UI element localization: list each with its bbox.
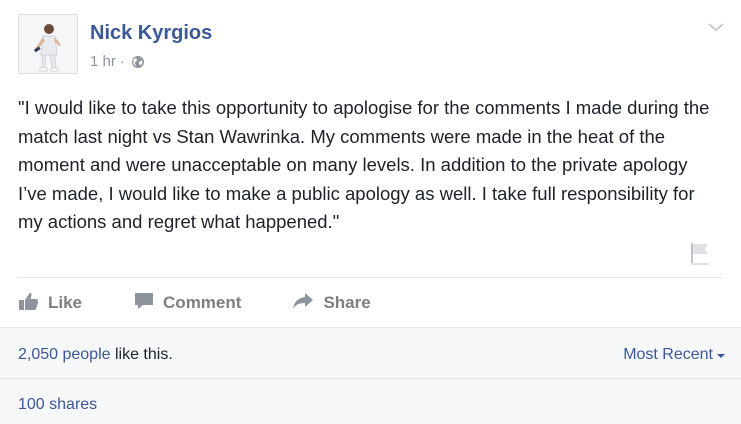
chevron-down-icon[interactable] bbox=[707, 20, 725, 34]
like-label: Like bbox=[48, 293, 83, 312]
post-meta: 1 hr · bbox=[90, 53, 145, 70]
meta-separator: · bbox=[119, 53, 125, 70]
comment-icon bbox=[134, 291, 154, 316]
sort-dropdown[interactable]: Most Recent bbox=[623, 346, 725, 364]
avatar[interactable] bbox=[18, 14, 78, 74]
flag-icon[interactable] bbox=[689, 241, 711, 267]
sort-label: Most Recent bbox=[623, 346, 713, 363]
footer-divider bbox=[0, 378, 741, 379]
actions-divider bbox=[18, 277, 723, 278]
post-header: Nick Kyrgios 1 hr · bbox=[0, 0, 741, 90]
post-text: "I would like to take this opportunity t… bbox=[18, 97, 710, 232]
post-actions: Like Comment Share bbox=[18, 280, 371, 326]
likes-suffix: like this. bbox=[110, 346, 173, 363]
caret-down-icon bbox=[717, 346, 725, 364]
comment-button[interactable]: Comment bbox=[134, 291, 241, 316]
shares-link[interactable]: 100 shares bbox=[18, 396, 97, 414]
like-button[interactable]: Like bbox=[18, 291, 82, 316]
share-button[interactable]: Share bbox=[292, 292, 371, 315]
author-name[interactable]: Nick Kyrgios bbox=[90, 22, 212, 45]
globe-icon[interactable] bbox=[131, 55, 145, 69]
profile-photo bbox=[19, 15, 77, 73]
likes-summary: 2,050 people like this. bbox=[18, 346, 173, 364]
post-footer: 2,050 people like this. Most Recent 100 … bbox=[0, 327, 741, 424]
likes-count-link[interactable]: 2,050 people bbox=[18, 346, 111, 363]
post-card: Nick Kyrgios 1 hr · "I would like to tak… bbox=[0, 0, 741, 424]
thumbs-up-icon bbox=[18, 291, 39, 316]
comment-label: Comment bbox=[163, 293, 242, 312]
share-arrow-icon bbox=[292, 292, 314, 315]
post-time[interactable]: 1 hr bbox=[90, 53, 116, 70]
share-label: Share bbox=[323, 293, 371, 312]
